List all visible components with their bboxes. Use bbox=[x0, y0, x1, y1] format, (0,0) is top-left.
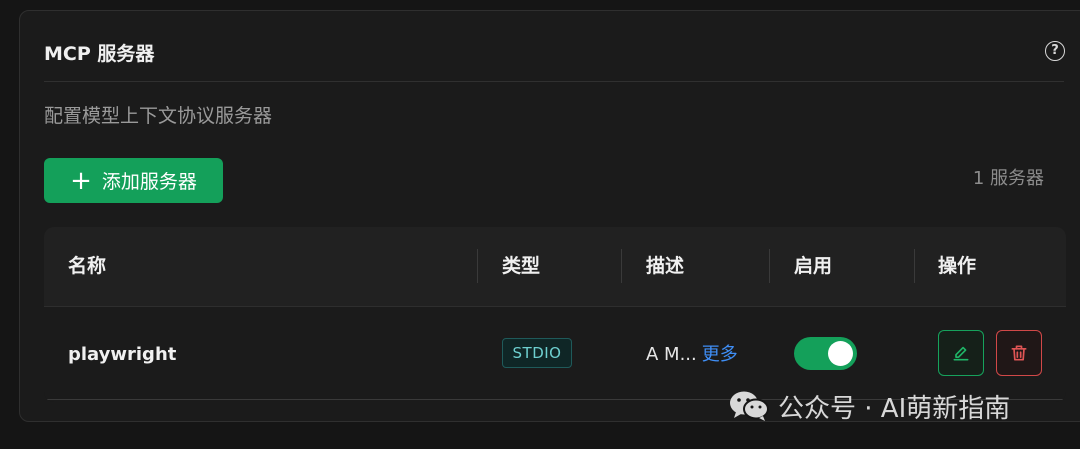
wechat-icon bbox=[730, 391, 769, 421]
help-icon[interactable]: ? bbox=[1045, 41, 1065, 61]
servers-table: 名称 类型 描述 启用 操作 playwright STDIO A M... 更多 bbox=[44, 227, 1066, 402]
server-enabled-toggle[interactable] bbox=[794, 337, 857, 370]
server-description-text: A M... bbox=[646, 344, 697, 365]
column-header-enabled[interactable]: 启用 bbox=[794, 227, 832, 306]
column-divider bbox=[769, 249, 770, 283]
watermark: 公众号 · AI萌新指南 bbox=[728, 386, 1010, 426]
watermark-text: 公众号 · AI萌新指南 bbox=[778, 393, 1011, 424]
server-count: 1 服务器 bbox=[972, 168, 1044, 189]
server-name: playwright bbox=[68, 344, 177, 365]
column-header-type[interactable]: 类型 bbox=[502, 227, 540, 306]
plus-icon: + bbox=[70, 165, 92, 196]
column-divider bbox=[914, 249, 915, 283]
pencil-icon bbox=[953, 346, 969, 361]
page-title: MCP 服务器 bbox=[44, 43, 155, 65]
server-description: A M... 更多 bbox=[646, 307, 738, 402]
header-divider bbox=[44, 81, 1064, 82]
column-divider bbox=[621, 249, 622, 283]
more-link[interactable]: 更多 bbox=[702, 344, 738, 365]
trash-icon bbox=[1011, 345, 1027, 361]
delete-server-button[interactable] bbox=[996, 330, 1042, 376]
server-type-badge: STDIO bbox=[502, 338, 572, 368]
mcp-servers-panel: MCP 服务器 ? 配置模型上下文协议服务器 + 添加服务器 1 服务器 名称 … bbox=[19, 10, 1080, 422]
page-subtitle: 配置模型上下文协议服务器 bbox=[44, 105, 273, 127]
column-divider bbox=[477, 249, 478, 283]
add-server-button[interactable]: + 添加服务器 bbox=[44, 158, 223, 203]
add-server-label: 添加服务器 bbox=[101, 171, 197, 193]
table-header: 名称 类型 描述 启用 操作 bbox=[44, 227, 1066, 306]
column-header-actions: 操作 bbox=[938, 255, 977, 277]
edit-server-button[interactable] bbox=[938, 330, 984, 376]
column-header-name[interactable]: 名称 bbox=[68, 227, 106, 306]
toggle-knob bbox=[828, 341, 853, 366]
column-header-description[interactable]: 描述 bbox=[646, 227, 684, 306]
